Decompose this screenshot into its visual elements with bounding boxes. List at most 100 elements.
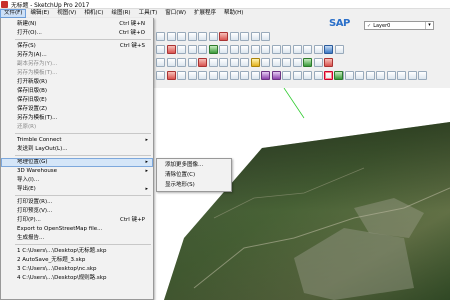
axes-tool-icon[interactable] <box>313 45 323 54</box>
add-location-icon[interactable] <box>324 71 333 80</box>
scenes-icon[interactable] <box>418 71 427 80</box>
copy-icon[interactable] <box>198 32 207 41</box>
monochrome-icon[interactable] <box>313 58 323 67</box>
menu-send-to-layout[interactable]: 发送到 LayOut(L)... <box>1 145 153 154</box>
push-pull-tool-icon[interactable] <box>208 45 218 54</box>
move-tool-icon[interactable] <box>229 45 239 54</box>
menu-import[interactable]: 导入(I)... <box>1 176 153 185</box>
solid-split-icon[interactable] <box>292 71 302 80</box>
eraser-tool-icon[interactable] <box>166 45 176 54</box>
menu-print[interactable]: 打印(P)... Ctrl 键+P <box>1 216 153 225</box>
model-info-icon[interactable] <box>261 32 270 41</box>
menu-show-terrain[interactable]: 显示地形(S) <box>157 181 231 190</box>
smoove-icon[interactable] <box>219 71 228 80</box>
menu-tools[interactable]: 工具(T) <box>135 9 162 18</box>
menu-recent-file-4[interactable]: 4 C:\Users\...\Desktop\规则路.skp <box>1 274 153 283</box>
shadow-icon[interactable] <box>303 71 312 80</box>
menu-save-as[interactable]: 另存为(A)... <box>1 51 153 60</box>
menu-open[interactable]: 打开(O)... Ctrl 键+O <box>1 29 153 38</box>
paint-bucket-icon[interactable] <box>156 71 165 80</box>
menu-save[interactable]: 保存(S) Ctrl 键+S <box>1 42 153 51</box>
components-icon[interactable] <box>397 71 406 80</box>
menu-save-as-template-disabled[interactable]: 另存为模板(T)... <box>1 69 153 78</box>
chevron-down-icon[interactable]: ▾ <box>425 22 433 29</box>
stamp-icon[interactable] <box>229 71 239 80</box>
sandbox-from-scratch-icon[interactable] <box>208 71 218 80</box>
fog-icon[interactable] <box>313 71 323 80</box>
protractor-tool-icon[interactable] <box>292 45 302 54</box>
menu-export-osm[interactable]: Export to OpenStreetMap file... <box>1 225 153 234</box>
orbit-tool-icon[interactable] <box>334 45 344 54</box>
drape-icon[interactable] <box>240 71 249 80</box>
zoom-extents-icon[interactable] <box>187 58 197 67</box>
shaded-icon[interactable] <box>292 58 302 67</box>
menu-add-more-imagery[interactable]: 添加更多图像... <box>157 161 231 170</box>
solid-subtract-icon[interactable] <box>271 71 281 80</box>
tape-measure-tool-icon[interactable] <box>271 45 281 54</box>
menu-help[interactable]: 帮助(H) <box>220 9 247 18</box>
offset-tool-icon[interactable] <box>219 45 228 54</box>
materials-icon[interactable] <box>407 71 417 80</box>
menu-edit[interactable]: 编辑(E) <box>26 9 53 18</box>
layer-select[interactable]: ✓ Layer0 ▾ <box>364 21 434 30</box>
menu-generate-report[interactable]: 生成报告... <box>1 234 153 243</box>
textured-icon[interactable] <box>303 58 312 67</box>
menu-window[interactable]: 窗口(W) <box>161 9 190 18</box>
arc-tool-icon[interactable] <box>187 45 197 54</box>
menu-save-settings[interactable]: 保存设置(Z) <box>1 105 153 114</box>
solid-trim-icon[interactable] <box>282 71 291 80</box>
menu-extensions[interactable]: 扩展程序 <box>190 9 220 18</box>
menu-draw[interactable]: 绘图(R) <box>107 9 134 18</box>
cut-icon[interactable] <box>187 32 197 41</box>
menu-view[interactable]: 视图(V) <box>53 9 80 18</box>
dimension-tool-icon[interactable] <box>282 45 291 54</box>
new-file-icon[interactable] <box>156 32 165 41</box>
rotate-tool-icon[interactable] <box>240 45 249 54</box>
open-file-icon[interactable] <box>166 32 176 41</box>
menu-recent-file-2[interactable]: 2 AutoSave_无标题_3.skp <box>1 256 153 265</box>
menu-recent-file-3[interactable]: 3 C:\Users\...\Desktop\nc.skp <box>1 265 153 274</box>
redo-icon[interactable] <box>240 32 249 41</box>
print-icon[interactable] <box>250 32 260 41</box>
layout-icon[interactable] <box>365 71 375 80</box>
menu-export[interactable]: 导出(E) ▸ <box>1 185 153 194</box>
wireframe-icon[interactable] <box>271 58 281 67</box>
walk-tool-icon[interactable] <box>166 71 176 80</box>
delete-icon[interactable] <box>219 32 228 41</box>
menu-trimble-connect[interactable]: Trimble Connect ▸ <box>1 136 153 145</box>
paste-icon[interactable] <box>208 32 218 41</box>
pan-tool-icon[interactable] <box>156 58 165 67</box>
save-file-icon[interactable] <box>177 32 186 41</box>
share-model-icon[interactable] <box>334 71 343 80</box>
scale-tool-icon[interactable] <box>250 45 260 54</box>
model-viewport[interactable] <box>154 88 450 300</box>
shape-tool-icon[interactable] <box>198 45 207 54</box>
xray-icon[interactable] <box>261 58 270 67</box>
menu-print-preview[interactable]: 打印预览(V)... <box>1 207 153 216</box>
iso-view-icon[interactable] <box>208 58 218 67</box>
menu-revert[interactable]: 还原(R) <box>1 123 153 132</box>
section-plane-icon[interactable] <box>250 58 260 67</box>
get-models-icon[interactable] <box>344 71 354 80</box>
menu-open-new-version[interactable]: 打开新版(R) <box>1 78 153 87</box>
menu-geo-location[interactable]: 地理位置(G) ▸ <box>1 158 153 167</box>
styles-icon[interactable] <box>376 71 385 80</box>
right-view-icon[interactable] <box>240 58 249 67</box>
menu-print-setup[interactable]: 打印设置(R)... <box>1 198 153 207</box>
hidden-line-icon[interactable] <box>282 58 291 67</box>
position-camera-icon[interactable] <box>187 71 197 80</box>
outliner-icon[interactable] <box>386 71 396 80</box>
front-view-icon[interactable] <box>229 58 239 67</box>
zoom-tool-icon[interactable] <box>166 58 176 67</box>
3d-text-tool-icon[interactable] <box>324 45 333 54</box>
menu-save-as-template[interactable]: 另存为模板(T)... <box>1 114 153 123</box>
undo-icon[interactable] <box>229 32 239 41</box>
menu-save-old-version-b[interactable]: 保存旧版(B) <box>1 87 153 96</box>
menu-save-old-version-e[interactable]: 保存旧版(E) <box>1 96 153 105</box>
look-around-icon[interactable] <box>177 71 186 80</box>
add-detail-icon[interactable] <box>250 71 260 80</box>
warehouse-icon[interactable] <box>324 58 333 67</box>
menu-clear-location[interactable]: 清除位置(C) <box>157 171 231 180</box>
menu-new[interactable]: 新建(N) Ctrl 键+N <box>1 20 153 29</box>
menu-file[interactable]: 文件(F) <box>0 9 27 18</box>
